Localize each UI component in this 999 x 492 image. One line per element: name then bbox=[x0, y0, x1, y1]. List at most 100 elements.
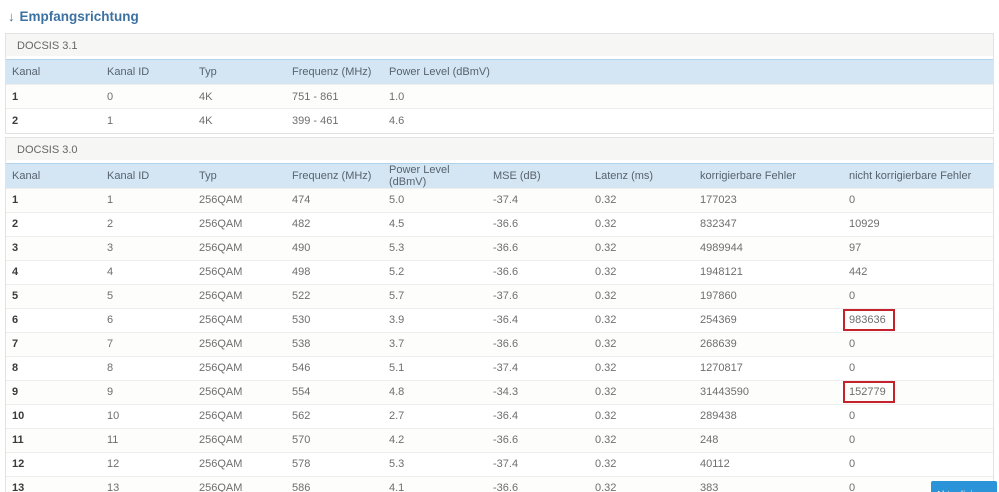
cell: 5.3 bbox=[383, 451, 487, 476]
cell: 256QAM bbox=[193, 259, 286, 284]
table-row: 2 2 256QAM 482 4.5 -36.6 0.32 832347 10929 bbox=[6, 211, 993, 236]
cell: 13 bbox=[6, 475, 101, 492]
cell: 578 bbox=[286, 451, 383, 476]
column-header: Power Level (dBmV) bbox=[383, 59, 993, 85]
table-row: 8 8 256QAM 546 5.1 -37.4 0.32 1270817 0 bbox=[6, 355, 993, 380]
cell: 268639 bbox=[694, 331, 843, 356]
table-row: 7 7 256QAM 538 3.7 -36.6 0.32 268639 0 bbox=[6, 331, 993, 356]
table-row: 9 9 256QAM 554 4.8 -34.3 0.32 31443590 152779 bbox=[6, 379, 993, 404]
cell: 0.32 bbox=[589, 187, 694, 212]
cell: 152779 bbox=[843, 379, 993, 404]
cell: 0 bbox=[843, 187, 993, 212]
cell: 256QAM bbox=[193, 235, 286, 260]
cell: 546 bbox=[286, 355, 383, 380]
cell: 256QAM bbox=[193, 283, 286, 308]
cell: 1 bbox=[101, 108, 193, 133]
column-header: MSE (dB) bbox=[487, 162, 589, 188]
cell: -36.4 bbox=[487, 307, 589, 332]
cell: -37.4 bbox=[487, 355, 589, 380]
cell: 751 - 861 bbox=[286, 84, 383, 109]
cell: 2 bbox=[101, 211, 193, 236]
column-header: korrigierbare Fehler bbox=[694, 162, 843, 188]
cell: 1270817 bbox=[694, 355, 843, 380]
cell: 6 bbox=[6, 307, 101, 332]
cell: 1 bbox=[6, 187, 101, 212]
cell: 289438 bbox=[694, 403, 843, 428]
cell: 5 bbox=[6, 283, 101, 308]
cell: 383 bbox=[694, 475, 843, 492]
cell: -36.6 bbox=[487, 211, 589, 236]
cell: 538 bbox=[286, 331, 383, 356]
cell: 554 bbox=[286, 379, 383, 404]
cell: 474 bbox=[286, 187, 383, 212]
cell: 8 bbox=[101, 355, 193, 380]
cell: 7 bbox=[6, 331, 101, 356]
cell: 522 bbox=[286, 283, 383, 308]
refresh-button[interactable]: Aktualisieren bbox=[931, 481, 997, 492]
docsis31-table: Kanal Kanal ID Typ Frequenz (MHz) Power Leve… bbox=[6, 59, 993, 133]
cell: -36.6 bbox=[487, 235, 589, 260]
cell: 3 bbox=[101, 235, 193, 260]
section-title[interactable]: ↓ Empfangsrichtung bbox=[0, 0, 999, 33]
cell: 248 bbox=[694, 427, 843, 452]
cell: 3.7 bbox=[383, 331, 487, 356]
table-row: 3 3 256QAM 490 5.3 -36.6 0.32 4989944 97 bbox=[6, 235, 993, 260]
cell: 4.1 bbox=[383, 475, 487, 492]
cell: 0.32 bbox=[589, 283, 694, 308]
cell: 832347 bbox=[694, 211, 843, 236]
cell: 0.32 bbox=[589, 355, 694, 380]
cell: -37.4 bbox=[487, 187, 589, 212]
cell: 442 bbox=[843, 259, 993, 284]
column-header: Kanal ID bbox=[101, 162, 193, 188]
cell: 0.32 bbox=[589, 475, 694, 492]
column-header: Kanal bbox=[6, 59, 101, 85]
cell: 256QAM bbox=[193, 211, 286, 236]
collapse-arrow-icon: ↓ bbox=[8, 9, 15, 24]
cell: 11 bbox=[101, 427, 193, 452]
column-header: Kanal bbox=[6, 162, 101, 188]
cell: 482 bbox=[286, 211, 383, 236]
column-header: Kanal ID bbox=[101, 59, 193, 85]
cell: -37.6 bbox=[487, 283, 589, 308]
cell: 2 bbox=[6, 211, 101, 236]
cell: 256QAM bbox=[193, 403, 286, 428]
cell: -36.6 bbox=[487, 475, 589, 492]
cell: 0.32 bbox=[589, 211, 694, 236]
cell: 586 bbox=[286, 475, 383, 492]
docsis30-panel: DOCSIS 3.0 Kanal Kanal ID Typ Frequenz (MHz… bbox=[5, 136, 994, 492]
table-header-row: Kanal Kanal ID Typ Frequenz (MHz) Power Leve… bbox=[6, 59, 993, 85]
column-header: Typ bbox=[193, 59, 286, 85]
column-header: nicht korrigierbare Fehler bbox=[843, 162, 993, 188]
cell: 256QAM bbox=[193, 427, 286, 452]
cell: 5.7 bbox=[383, 283, 487, 308]
table-row: 12 12 256QAM 578 5.3 -37.4 0.32 40112 0 bbox=[6, 451, 993, 476]
cell: 11 bbox=[6, 427, 101, 452]
table-row: 6 6 256QAM 530 3.9 -36.4 0.32 254369 983636 bbox=[6, 307, 993, 332]
table-row: 4 4 256QAM 498 5.2 -36.6 0.32 1948121 442 bbox=[6, 259, 993, 284]
cell: 256QAM bbox=[193, 451, 286, 476]
cell: 6 bbox=[101, 307, 193, 332]
column-header: Frequenz (MHz) bbox=[286, 59, 383, 85]
cell: 562 bbox=[286, 403, 383, 428]
cell: 0.32 bbox=[589, 307, 694, 332]
cell: 2 bbox=[6, 108, 101, 133]
cell: 177023 bbox=[694, 187, 843, 212]
cell: 40112 bbox=[694, 451, 843, 476]
cell: 9 bbox=[101, 379, 193, 404]
cell: 256QAM bbox=[193, 475, 286, 492]
column-header: Power Level (dBmV) bbox=[383, 162, 487, 188]
cell: 10 bbox=[101, 403, 193, 428]
table-row: 5 5 256QAM 522 5.7 -37.6 0.32 197860 0 bbox=[6, 283, 993, 308]
cell: 498 bbox=[286, 259, 383, 284]
cell: 5.3 bbox=[383, 235, 487, 260]
cell: 530 bbox=[286, 307, 383, 332]
cell: 31443590 bbox=[694, 379, 843, 404]
cell: 256QAM bbox=[193, 187, 286, 212]
cell: 0 bbox=[843, 331, 993, 356]
cell: 4K bbox=[193, 84, 286, 109]
column-header: Typ bbox=[193, 162, 286, 188]
cell: 4.5 bbox=[383, 211, 487, 236]
cell: 12 bbox=[6, 451, 101, 476]
cell: 0 bbox=[843, 355, 993, 380]
cell: 570 bbox=[286, 427, 383, 452]
